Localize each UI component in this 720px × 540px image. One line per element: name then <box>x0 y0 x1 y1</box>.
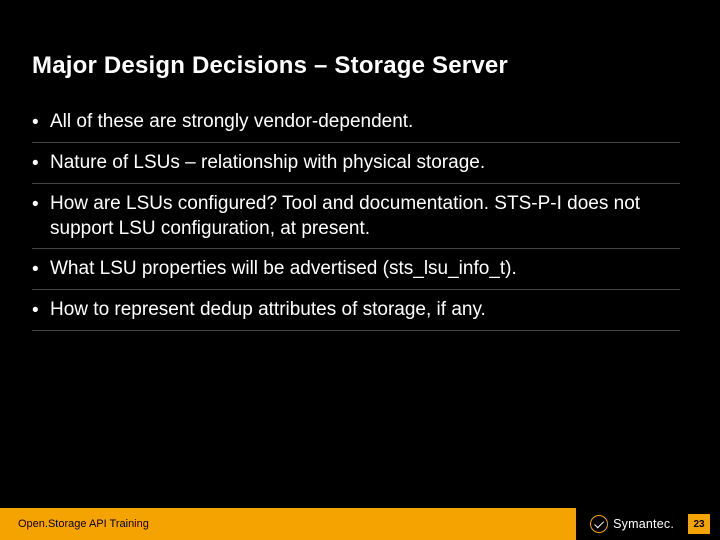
brand-logo: Symantec. <box>590 515 674 533</box>
page-number-badge: 23 <box>688 514 710 534</box>
brand-name: Symantec. <box>613 517 674 531</box>
check-circle-icon <box>590 515 608 533</box>
bullet-icon: • <box>32 191 50 217</box>
list-item-text: What LSU properties will be advertised (… <box>50 256 680 281</box>
list-item: • What LSU properties will be advertised… <box>32 249 680 290</box>
bullet-icon: • <box>32 297 50 323</box>
bullet-icon: • <box>32 109 50 135</box>
bullet-icon: • <box>32 150 50 176</box>
list-item-text: All of these are strongly vendor-depende… <box>50 109 680 134</box>
list-item: • All of these are strongly vendor-depen… <box>32 102 680 143</box>
list-item-text: How to represent dedup attributes of sto… <box>50 297 680 322</box>
footer-label: Open.Storage API Training <box>0 508 576 540</box>
slide: Major Design Decisions – Storage Server … <box>0 0 720 540</box>
footer-right: Symantec. 23 <box>576 508 720 540</box>
list-item-text: How are LSUs configured? Tool and docume… <box>50 191 680 241</box>
footer: Open.Storage API Training Symantec. 23 <box>0 508 720 540</box>
list-item: • Nature of LSUs – relationship with phy… <box>32 143 680 184</box>
slide-title: Major Design Decisions – Storage Server <box>32 52 688 80</box>
bullet-icon: • <box>32 256 50 282</box>
bullet-list: • All of these are strongly vendor-depen… <box>32 102 680 331</box>
list-item: • How to represent dedup attributes of s… <box>32 290 680 331</box>
list-item-text: Nature of LSUs – relationship with physi… <box>50 150 680 175</box>
list-item: • How are LSUs configured? Tool and docu… <box>32 184 680 249</box>
